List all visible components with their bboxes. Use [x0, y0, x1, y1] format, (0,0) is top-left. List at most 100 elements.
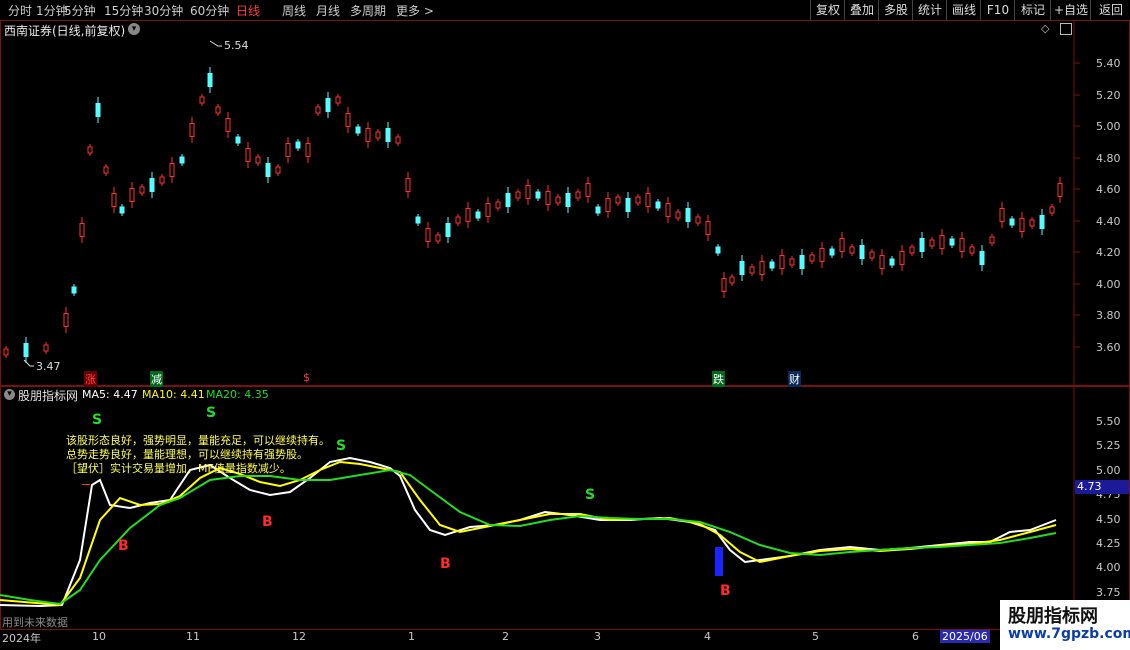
candle-body — [685, 208, 691, 222]
buy-signal: B — [720, 583, 731, 599]
indicator-tick: 4.25 — [1096, 537, 1121, 550]
ma20-line — [0, 468, 1057, 606]
candle-body — [3, 348, 9, 356]
candle-body — [789, 258, 795, 266]
candle-body — [675, 211, 681, 219]
event-marker-dollar[interactable]: $ — [302, 371, 311, 384]
candle-body — [63, 313, 69, 327]
candle-body — [111, 193, 117, 207]
candle-body — [345, 113, 351, 127]
candle-body — [779, 255, 785, 269]
candle-body — [335, 96, 341, 104]
candle-body — [705, 221, 711, 235]
candle-body — [325, 98, 331, 112]
candle-body — [375, 131, 381, 139]
event-marker-cai[interactable]: 财 — [788, 371, 801, 387]
candle-body — [305, 143, 311, 157]
date-tick: 11 — [186, 630, 200, 643]
candle-body — [415, 216, 421, 224]
candle-body — [245, 148, 251, 162]
candle-body — [939, 235, 945, 249]
candle-body — [1009, 218, 1015, 226]
candle-body — [1049, 206, 1055, 214]
date-tick: 2 — [502, 630, 509, 643]
candle-body — [295, 141, 301, 149]
candle-body — [729, 276, 735, 284]
candle-body — [505, 193, 511, 207]
buy-signal: B — [440, 556, 451, 572]
candle-body — [255, 156, 261, 164]
price-tick: 4.60 — [1096, 183, 1121, 196]
candle-body — [585, 183, 591, 197]
candle-body — [625, 198, 631, 212]
event-marker-zhang[interactable]: 涨 — [84, 371, 97, 387]
candle-body — [555, 196, 561, 204]
future-data-note: 用到未来数据 — [2, 616, 68, 629]
indicator-tick: 5.50 — [1096, 415, 1121, 428]
candle-body — [207, 73, 213, 87]
date-tick: 4 — [704, 630, 711, 643]
candle-body — [979, 251, 985, 265]
candle-body — [285, 143, 291, 157]
sell-signal: S — [92, 412, 103, 428]
candle-body — [809, 254, 815, 262]
price-tick: 4.20 — [1096, 246, 1121, 259]
candle-body — [149, 178, 155, 192]
candle-body — [315, 106, 321, 114]
event-marker-die[interactable]: 跌 — [712, 371, 725, 387]
candle-body — [87, 146, 93, 154]
price-tick: 5.00 — [1096, 120, 1121, 133]
candle-body — [605, 198, 611, 212]
candle-body — [445, 223, 451, 237]
candle-body — [475, 211, 481, 219]
candle-body — [849, 246, 855, 254]
date-tick-current: 2025/06 — [940, 630, 990, 643]
high-pointer — [209, 40, 222, 47]
candle-body — [799, 255, 805, 269]
candle-body — [1019, 218, 1025, 232]
indicator-tick: 3.75 — [1096, 586, 1121, 599]
signal-volume-bar — [715, 547, 723, 576]
candle-body — [879, 255, 885, 269]
ma-lines — [0, 456, 1057, 608]
candle-body — [545, 191, 551, 205]
high-label: 5.54 — [224, 39, 249, 52]
price-tick: 4.80 — [1096, 152, 1121, 165]
price-tick: 4.00 — [1096, 278, 1121, 291]
sell-signal: S — [585, 487, 596, 503]
date-tick: 1 — [408, 630, 415, 643]
candle-body — [495, 201, 501, 209]
candle-body — [215, 106, 221, 114]
candle-body — [859, 245, 865, 259]
candle-body — [235, 136, 241, 144]
candle-body — [425, 228, 431, 242]
candle-body — [159, 176, 165, 184]
candle-body — [1029, 219, 1035, 227]
candle-body — [275, 166, 281, 174]
candle-body — [769, 261, 775, 269]
ma10-line — [0, 460, 1057, 607]
date-tick: 10 — [92, 630, 106, 643]
candle-body — [645, 193, 651, 207]
indicator-tick: 4.50 — [1096, 513, 1121, 526]
buy-signal: B — [262, 514, 273, 530]
candle-body — [139, 186, 145, 194]
candle-body — [169, 163, 175, 177]
price-tick: 5.20 — [1096, 89, 1121, 102]
candle-body — [575, 191, 581, 199]
candle-body — [749, 266, 755, 274]
candle-body — [455, 216, 461, 224]
current-value-tag: 4.73 — [1075, 480, 1129, 494]
price-tick: 3.60 — [1096, 341, 1121, 354]
kline-chart-svg[interactable]: 5.40 5.20 5.00 4.80 4.60 4.40 4.20 4.00 3.80 3.60… — [0, 0, 1130, 650]
candle-body — [385, 128, 391, 142]
candle-body — [739, 261, 745, 275]
candle-body — [465, 208, 471, 222]
candle-body — [225, 118, 231, 132]
candle-body — [395, 136, 401, 144]
price-tick: 4.40 — [1096, 215, 1121, 228]
event-marker-jian[interactable]: 减 — [150, 371, 163, 387]
candle-body — [615, 196, 621, 204]
candle-body — [1039, 215, 1045, 229]
site-watermark: 股朋指标网 www.7gpzb.com — [1000, 600, 1130, 650]
